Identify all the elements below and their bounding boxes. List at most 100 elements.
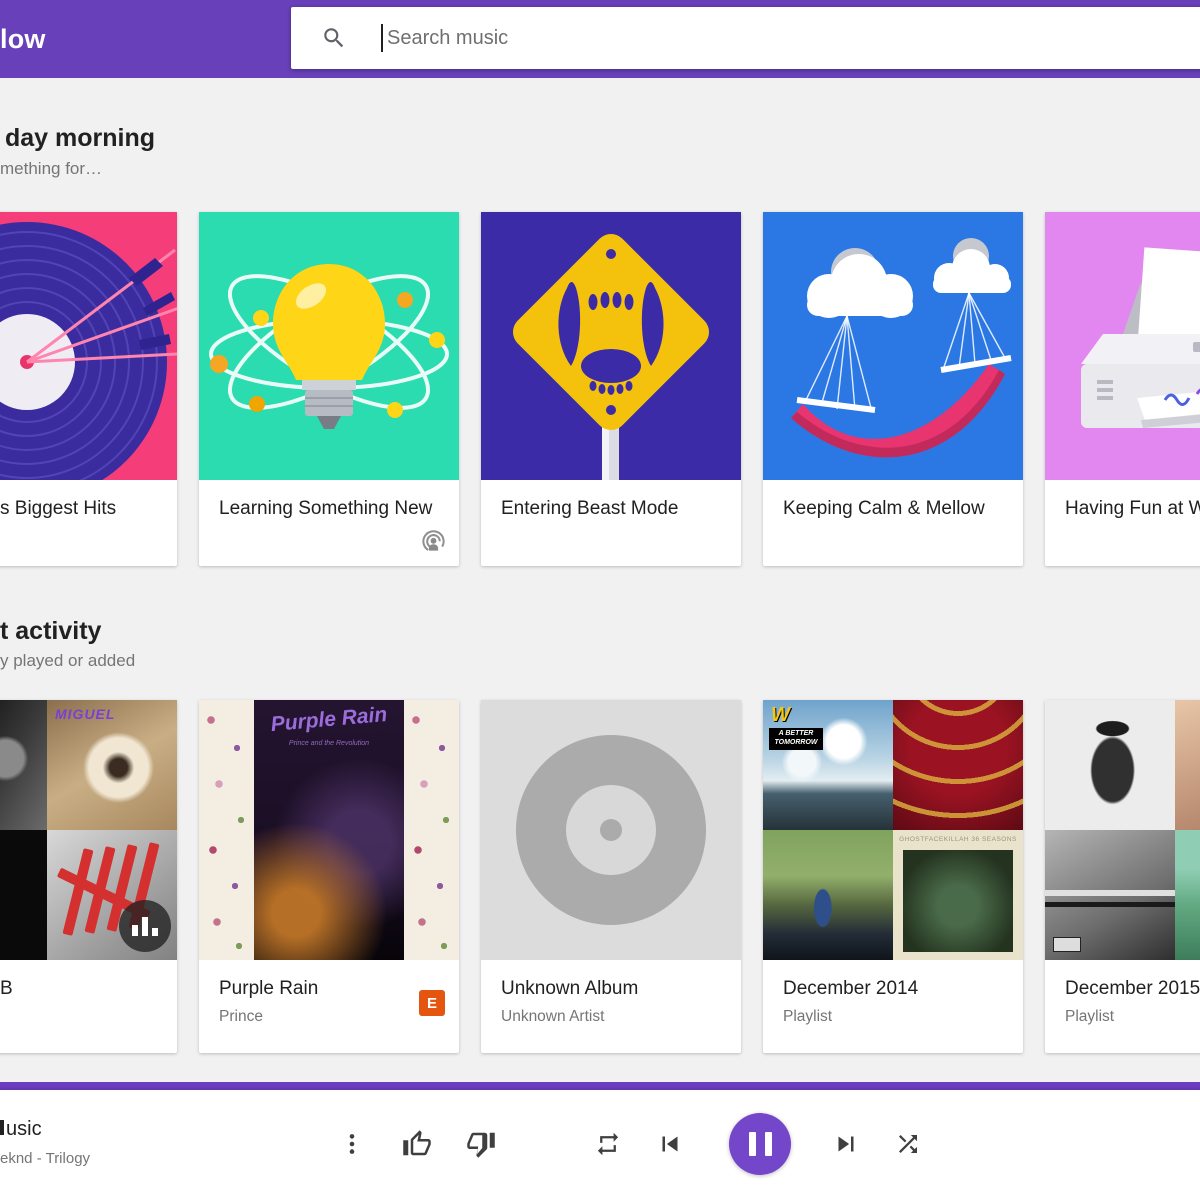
situation-card-calm-mellow[interactable]: Keeping Calm & Mellow [763, 212, 1023, 566]
tile-title: B [0, 976, 13, 1001]
card-footer: Learning Something New [199, 480, 459, 566]
more-vert-icon [339, 1131, 365, 1157]
collage-quadrant [0, 700, 47, 830]
app-header: low [0, 0, 1200, 78]
ghost-mask-art [903, 850, 1013, 952]
section-subtitle-activity: y played or added [0, 651, 135, 671]
glitch-bar [1045, 890, 1175, 896]
playback-progress-bar[interactable] [0, 1082, 1200, 1090]
thumb-down-button[interactable] [466, 1129, 496, 1159]
search-bar[interactable] [291, 7, 1200, 69]
collage-quadrant: GHOSTFACEKILLAH 36 SEASONS [893, 830, 1023, 960]
miguel-album-text: MIGUEL [55, 706, 115, 722]
floral-border [404, 700, 459, 960]
collage-quadrant [893, 700, 1023, 830]
recent-tile-december-2015[interactable]: December 2015 Playlist [1045, 700, 1200, 1053]
tile-footer: Purple Rain Prince E [199, 960, 459, 1053]
thumb-up-icon [402, 1129, 432, 1159]
next-track-button[interactable] [831, 1129, 861, 1159]
shuffle-icon [895, 1131, 922, 1158]
beast-road-sign-art [481, 212, 741, 480]
collage-quadrant: W A BETTER TOMORROW [763, 700, 893, 830]
tile-footer: B [0, 960, 177, 1053]
pause-icon [765, 1132, 772, 1156]
card-footer: Having Fun at W [1045, 480, 1200, 566]
printer-confetti-art [1045, 212, 1200, 480]
tile-title: December 2015 [1065, 976, 1200, 1001]
glitch-bar [1045, 902, 1175, 907]
player-artist-album: eknd - Trilogy [0, 1150, 90, 1167]
card-title: Learning Something New [219, 498, 432, 519]
collage-quadrant [0, 830, 47, 960]
advisory-label [1053, 937, 1081, 952]
purple-rain-cover-title: Purple Rain [253, 702, 405, 739]
repeat-button[interactable] [595, 1131, 622, 1158]
tile-title: December 2014 [783, 976, 1003, 1001]
tile-title: Unknown Album [501, 976, 721, 1001]
tile-subtitle: Prince [219, 1007, 439, 1027]
tile-footer: December 2014 Playlist [763, 960, 1023, 1053]
thumb-down-icon [466, 1129, 496, 1159]
collage-quadrant [1045, 830, 1175, 960]
collage-quadrant [1175, 830, 1200, 960]
situation-card-biggest-hits[interactable]: s Biggest Hits [0, 212, 177, 566]
recent-tile-purple-rain[interactable]: Purple Rain Prince and the Revolution Pu… [199, 700, 459, 1053]
card-footer: s Biggest Hits [0, 480, 177, 566]
situation-cards-row: s Biggest Hits Learning Something New [0, 212, 1200, 566]
section-subtitle-morning: mething for… [0, 159, 102, 179]
overflow-menu-button[interactable] [339, 1131, 365, 1157]
wu-tang-logo: W [771, 704, 790, 727]
collage-quadrant: MIGUEL [47, 700, 177, 830]
tile-footer: December 2015 Playlist [1045, 960, 1200, 1053]
album-collage-art [1045, 700, 1200, 960]
collage-quadrant [1045, 700, 1175, 830]
pause-icon [749, 1132, 756, 1156]
card-title: Having Fun at W [1065, 498, 1200, 519]
situation-card-learning[interactable]: Learning Something New [199, 212, 459, 566]
pause-button[interactable] [729, 1113, 791, 1175]
card-title: s Biggest Hits [0, 496, 116, 521]
recent-tile-december-2014[interactable]: W A BETTER TOMORROW GHOSTFACEKILLAH 36 S… [763, 700, 1023, 1053]
situation-card-fun-at-work[interactable]: Having Fun at W [1045, 212, 1200, 566]
recent-tile-rnb[interactable]: MIGUEL B [0, 700, 177, 1053]
shuffle-button[interactable] [895, 1131, 922, 1158]
skip-previous-icon [655, 1129, 685, 1159]
tile-subtitle: Playlist [783, 1007, 1003, 1027]
tile-subtitle: Unknown Artist [501, 1007, 721, 1027]
lightbulb-atom-art [199, 212, 459, 480]
album-collage-art: MIGUEL [0, 700, 177, 960]
search-input[interactable] [385, 26, 1200, 51]
explicit-badge: E [419, 990, 445, 1016]
section-title-morning: day morning [5, 124, 155, 153]
situation-card-beast-mode[interactable]: Entering Beast Mode [481, 212, 741, 566]
card-title: Keeping Calm & Mellow [783, 498, 985, 519]
hammock-clouds-art [763, 212, 1023, 480]
card-title: Entering Beast Mode [501, 498, 678, 519]
search-icon [321, 25, 347, 51]
thumb-up-button[interactable] [402, 1129, 432, 1159]
recent-activity-row: MIGUEL B [0, 700, 1200, 1053]
collage-quadrant [1175, 700, 1200, 830]
recent-tile-unknown-album[interactable]: Unknown Album Unknown Artist [481, 700, 741, 1053]
now-playing-equalizer-icon [119, 900, 171, 952]
tile-footer: Unknown Album Unknown Artist [481, 960, 741, 1053]
vinyl-target-art [0, 212, 177, 480]
app-title: low [0, 0, 46, 78]
section-title-activity: t activity [0, 617, 101, 646]
tile-subtitle: Playlist [1065, 1007, 1200, 1027]
floral-border [199, 700, 254, 960]
radio-station-icon [420, 529, 447, 556]
text-caret [381, 24, 383, 52]
tile-title: Purple Rain [219, 976, 439, 1001]
purple-rain-cover-subtitle: Prince and the Revolution [254, 740, 404, 747]
disc-hole [600, 819, 622, 841]
repeat-icon [595, 1131, 622, 1158]
player-bar: usic eknd - Trilogy [0, 1090, 1200, 1200]
collage-quadrant [763, 830, 893, 960]
ghostface-caption: GHOSTFACEKILLAH 36 SEASONS [893, 836, 1023, 843]
purple-rain-center-panel: Purple Rain Prince and the Revolution [254, 700, 404, 960]
wu-album-badge: A BETTER TOMORROW [769, 728, 823, 750]
card-footer: Keeping Calm & Mellow [763, 480, 1023, 566]
album-collage-art: W A BETTER TOMORROW GHOSTFACEKILLAH 36 S… [763, 700, 1023, 960]
previous-track-button[interactable] [655, 1129, 685, 1159]
